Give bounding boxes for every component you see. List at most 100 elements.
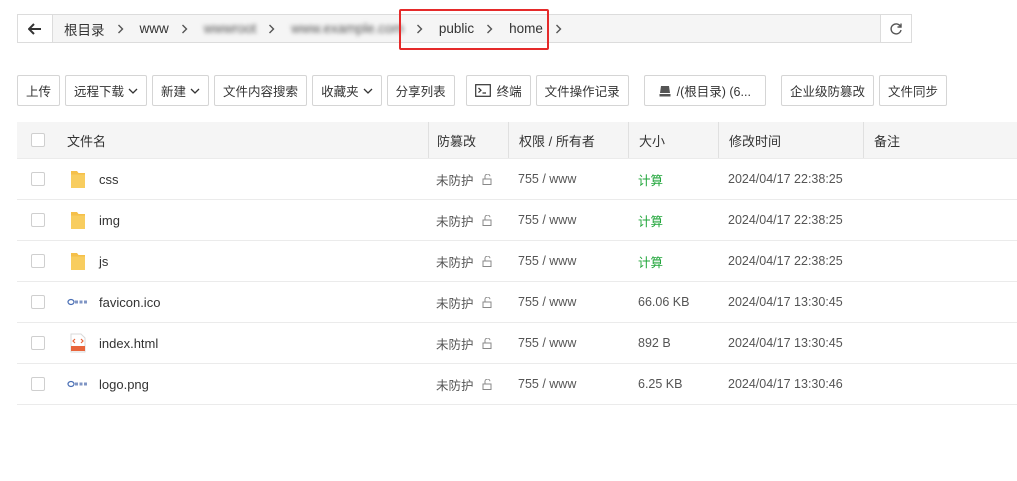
- lock-icon[interactable]: [482, 214, 494, 226]
- file-sync-button[interactable]: 文件同步: [878, 75, 947, 106]
- lock-icon[interactable]: [482, 296, 494, 308]
- header-note: 备注: [863, 122, 1017, 158]
- lock-icon[interactable]: [482, 173, 494, 185]
- protect-status: 未防护: [436, 337, 474, 352]
- protect-status: 未防护: [436, 214, 474, 229]
- select-all-checkbox[interactable]: [31, 133, 45, 147]
- row-checkbox[interactable]: [31, 295, 45, 309]
- chevron-right-icon: [486, 24, 493, 34]
- file-name[interactable]: index.html: [99, 336, 158, 351]
- upload-button[interactable]: 上传: [17, 75, 61, 106]
- remote-download-button[interactable]: 远程下载: [65, 75, 148, 106]
- folder-icon: [67, 209, 89, 231]
- header-perm: 权限 / 所有者: [508, 122, 628, 158]
- file-name[interactable]: js: [99, 254, 108, 269]
- tamper-protection-button[interactable]: 企业级防篡改: [780, 75, 874, 106]
- permission-owner[interactable]: 755 / www: [508, 172, 628, 186]
- chevron-down-icon: [190, 88, 200, 94]
- protect-status: 未防护: [436, 255, 474, 270]
- breadcrumb-item[interactable]: www: [137, 15, 201, 42]
- table-row[interactable]: js 未防护 755 / www 计算 2024/04/17 22:38:25: [17, 241, 1017, 282]
- row-checkbox[interactable]: [31, 213, 45, 227]
- table-row[interactable]: css 未防护 755 / www 计算 2024/04/17 22:38:25: [17, 159, 1017, 200]
- lock-icon[interactable]: [482, 378, 494, 390]
- breadcrumb: 根目录 www wwwroot www.example.com public home: [53, 15, 880, 42]
- terminal-icon: [474, 84, 491, 97]
- modified-time: 2024/04/17 22:38:25: [728, 254, 843, 268]
- calculate-size-link[interactable]: 计算: [628, 170, 718, 189]
- calculate-size-link[interactable]: 计算: [628, 252, 718, 271]
- header-size[interactable]: 大小: [628, 122, 718, 158]
- file-name[interactable]: css: [99, 172, 119, 187]
- chevron-right-icon: [268, 24, 275, 34]
- favorites-button[interactable]: 收藏夹: [312, 75, 382, 106]
- header-name[interactable]: 文件名: [59, 131, 428, 150]
- protect-status: 未防护: [436, 296, 474, 311]
- refresh-icon: [890, 22, 902, 35]
- row-checkbox[interactable]: [31, 336, 45, 350]
- modified-time: 2024/04/17 22:38:25: [728, 172, 843, 186]
- breadcrumb-item[interactable]: wwwroot: [201, 15, 289, 42]
- table-body: css 未防护 755 / www 计算 2024/04/17 22:38:25 img 未…: [17, 159, 1017, 405]
- file-manager: 根目录 www wwwroot www.example.com public home 上…: [0, 0, 1017, 481]
- path-bar: 根目录 www wwwroot www.example.com public home: [17, 14, 912, 43]
- row-checkbox[interactable]: [31, 377, 45, 391]
- file-size: 66.06 KB: [638, 295, 690, 309]
- share-list-button[interactable]: 分享列表: [386, 75, 455, 106]
- table-row[interactable]: index.html 未防护 755 / www 892 B 2024/04/17 13…: [17, 323, 1017, 364]
- file-size: 6.25 KB: [638, 377, 683, 391]
- protect-status: 未防护: [436, 378, 474, 393]
- terminal-button[interactable]: 终端: [465, 75, 531, 106]
- html-file-icon: [67, 333, 89, 353]
- file-name[interactable]: favicon.ico: [99, 295, 160, 310]
- back-button[interactable]: [18, 15, 53, 42]
- table-header: 文件名 防篡改 权限 / 所有者 大小 修改时间 备注: [17, 122, 1017, 159]
- header-mtime[interactable]: 修改时间: [718, 122, 863, 158]
- breadcrumb-item[interactable]: www.example.com: [288, 15, 436, 42]
- table-row[interactable]: logo.png 未防护 755 / www 6.25 KB 2024/04/17 13…: [17, 364, 1017, 405]
- breadcrumb-item[interactable]: 根目录: [61, 15, 137, 42]
- modified-time: 2024/04/17 13:30:45: [728, 295, 843, 309]
- file-operation-log-button[interactable]: 文件操作记录: [535, 75, 629, 106]
- disk-icon: [659, 85, 671, 97]
- header-protect: 防篡改: [428, 122, 508, 158]
- chevron-down-icon: [363, 88, 373, 94]
- refresh-button[interactable]: [880, 15, 911, 42]
- permission-owner[interactable]: 755 / www: [508, 213, 628, 227]
- protect-status: 未防护: [436, 173, 474, 188]
- lock-icon[interactable]: [482, 255, 494, 267]
- new-button[interactable]: 新建: [152, 75, 210, 106]
- calculate-size-link[interactable]: 计算: [628, 211, 718, 230]
- permission-owner[interactable]: 755 / www: [508, 295, 628, 309]
- folder-icon: [67, 168, 89, 190]
- breadcrumb-item[interactable]: public: [436, 15, 506, 42]
- arrow-left-icon: [28, 22, 41, 35]
- breadcrumb-item[interactable]: home: [506, 15, 575, 42]
- image-file-icon: [67, 297, 89, 307]
- content-search-button[interactable]: 文件内容搜索: [214, 75, 308, 106]
- chevron-down-icon: [128, 88, 138, 94]
- row-checkbox[interactable]: [31, 172, 45, 186]
- permission-owner[interactable]: 755 / www: [508, 254, 628, 268]
- file-name[interactable]: img: [99, 213, 120, 228]
- file-name[interactable]: logo.png: [99, 377, 149, 392]
- table-row[interactable]: img 未防护 755 / www 计算 2024/04/17 22:38:25: [17, 200, 1017, 241]
- permission-owner[interactable]: 755 / www: [508, 377, 628, 391]
- disk-button[interactable]: /(根目录) (6...: [643, 75, 766, 106]
- file-table: 文件名 防篡改 权限 / 所有者 大小 修改时间 备注 css 未防护 755 / …: [17, 122, 1017, 405]
- image-file-icon: [67, 379, 89, 389]
- permission-owner[interactable]: 755 / www: [508, 336, 628, 350]
- chevron-right-icon: [181, 24, 188, 34]
- row-checkbox[interactable]: [31, 254, 45, 268]
- chevron-right-icon: [555, 24, 562, 34]
- modified-time: 2024/04/17 13:30:46: [728, 377, 843, 391]
- chevron-right-icon: [416, 24, 423, 34]
- chevron-right-icon: [117, 24, 124, 34]
- lock-icon[interactable]: [482, 337, 494, 349]
- folder-icon: [67, 250, 89, 272]
- table-row[interactable]: favicon.ico 未防护 755 / www 66.06 KB 2024/04/1…: [17, 282, 1017, 323]
- file-size: 892 B: [638, 336, 671, 350]
- toolbar: 上传 远程下载 新建 文件内容搜索 收藏夹 分享列表 终端 文件操作记录 /(根…: [17, 75, 952, 106]
- modified-time: 2024/04/17 13:30:45: [728, 336, 843, 350]
- modified-time: 2024/04/17 22:38:25: [728, 213, 843, 227]
